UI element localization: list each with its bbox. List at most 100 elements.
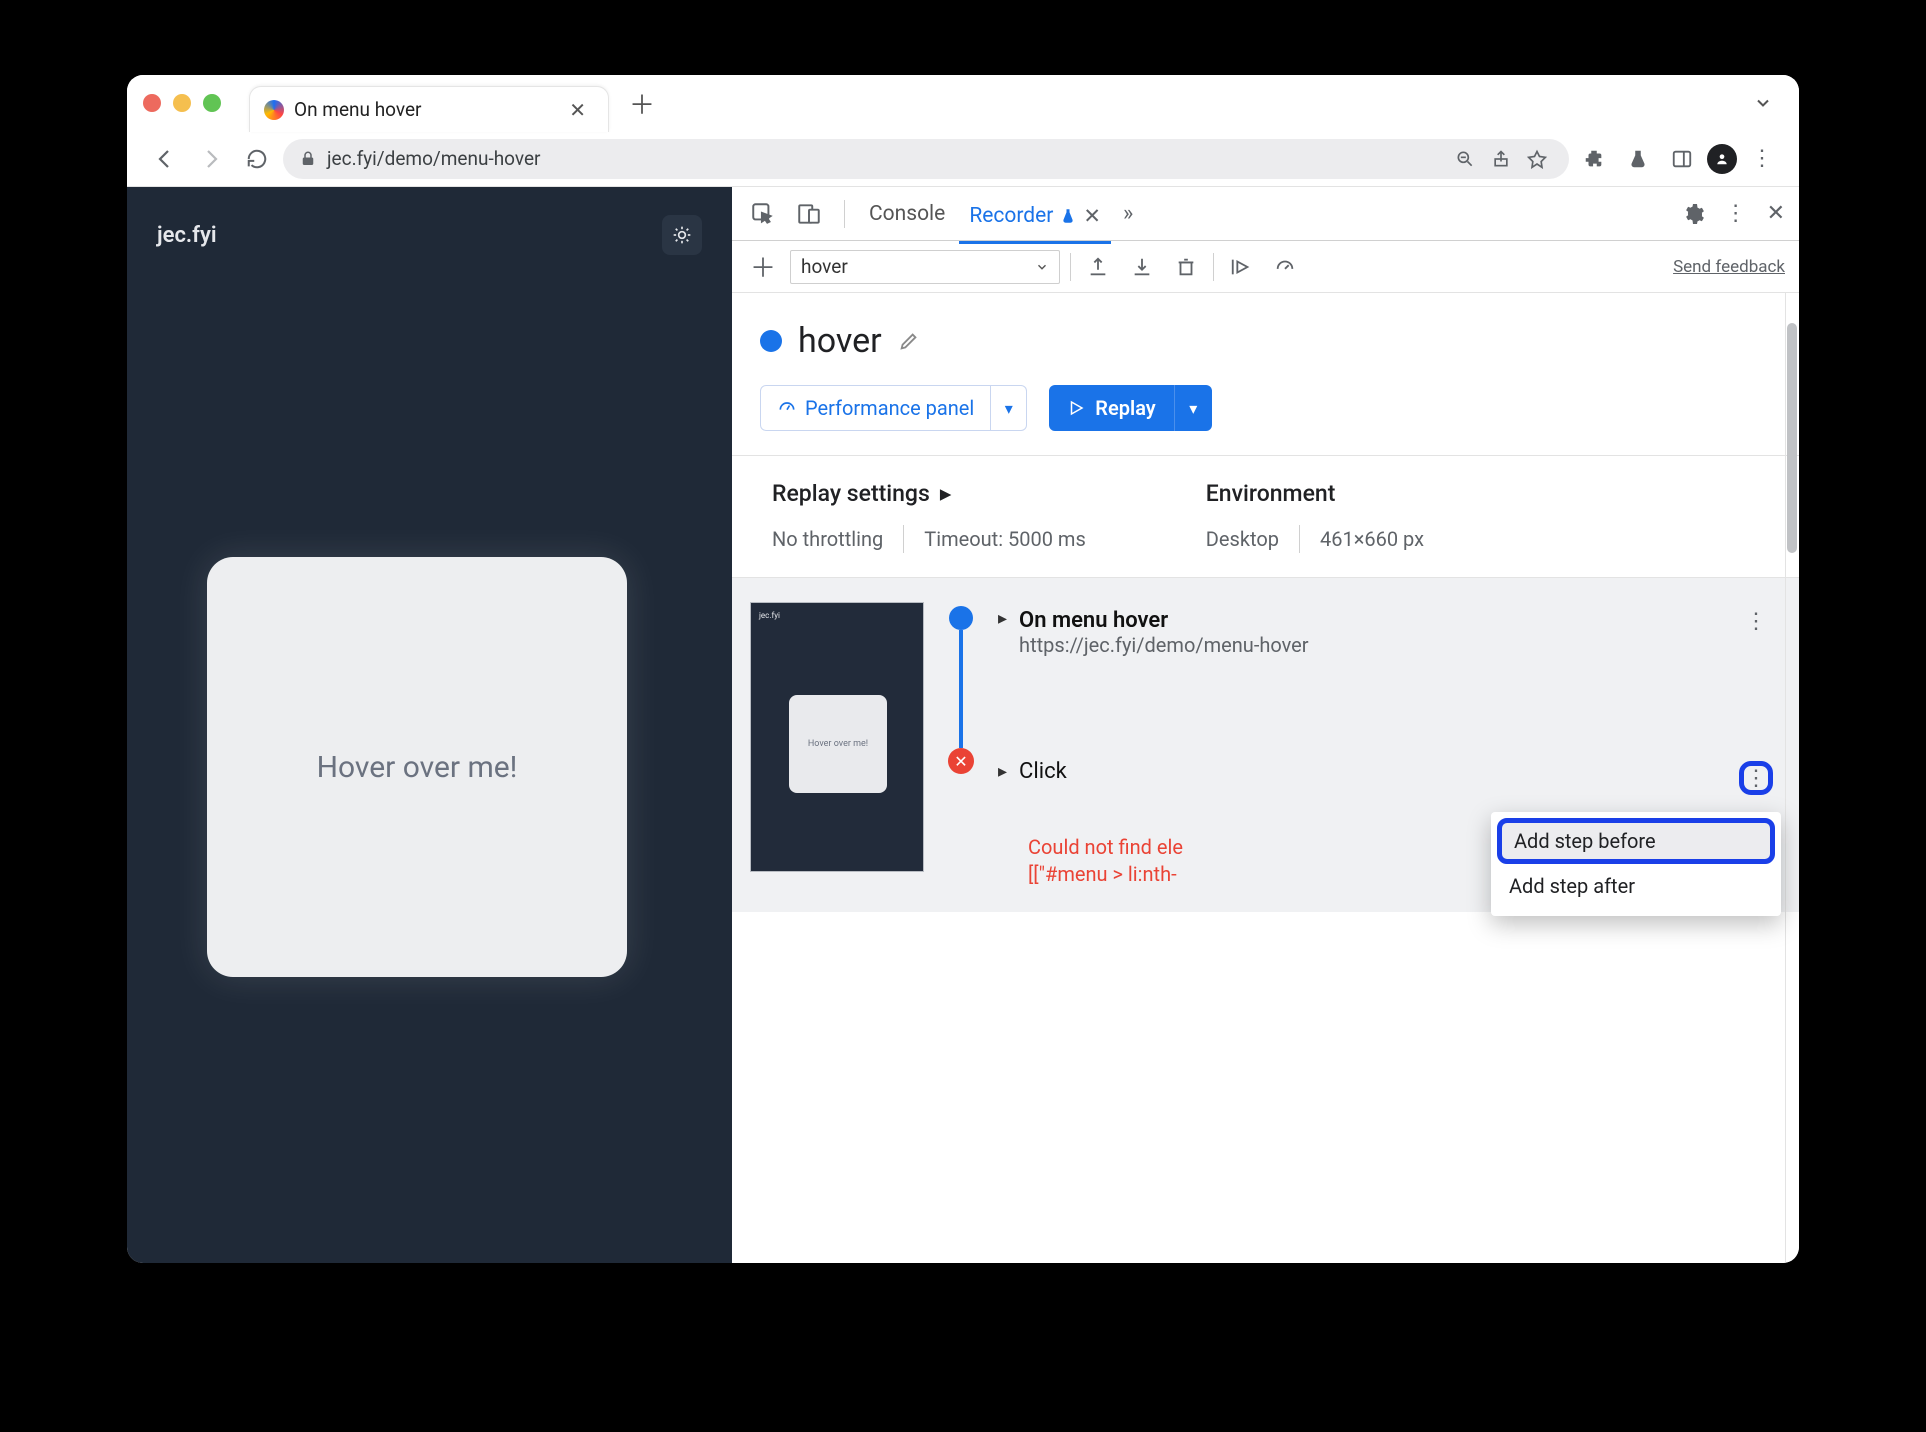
url-text: jec.fyi/demo/menu-hover [327,147,540,170]
chevron-right-icon: ▸ [940,480,952,507]
recorder-actions: Performance panel ▾ Replay ▾ [732,385,1799,455]
back-button[interactable] [145,139,185,179]
step-over-icon[interactable] [1224,250,1258,284]
env-size: 461×660 px [1320,527,1424,551]
environment-heading: Environment [1206,480,1424,507]
performance-panel-dropdown[interactable]: ▾ [991,385,1027,431]
chevron-down-icon [1035,260,1049,274]
tab-close-icon[interactable]: ✕ [1083,204,1101,229]
play-icon [1067,399,1085,417]
profile-avatar[interactable] [1707,144,1737,174]
thumb-brand: jec.fyi [759,611,780,620]
tab-recorder[interactable]: Recorder ✕ [959,198,1111,244]
content-split: jec.fyi Hover over me! Console [127,187,1799,1263]
step1-title: On menu hover [1019,608,1309,633]
recording-selector[interactable]: hover [790,250,1060,284]
new-recording-button[interactable]: ＋ [746,250,780,284]
tab-close-button[interactable]: ✕ [561,94,594,126]
settings-icon[interactable] [1677,198,1709,230]
timeline-dot [949,606,973,630]
theme-toggle-button[interactable] [662,215,702,255]
reload-button[interactable] [237,139,277,179]
address-toolbar: jec.fyi/demo/menu-hover ⋮ [127,131,1799,187]
step2-more-button[interactable]: ⋮ [1739,761,1773,795]
disclosure-icon[interactable]: ▸ [998,761,1007,782]
disclosure-icon[interactable]: ▸ [998,608,1007,629]
timeline-fail-icon: ✕ [948,748,974,774]
slow-replay-icon[interactable] [1268,250,1302,284]
tab-title: On menu hover [294,98,551,121]
step1-more-button[interactable]: ⋮ [1739,604,1773,638]
device-toggle-icon[interactable] [788,197,830,231]
import-icon[interactable] [1125,250,1159,284]
step2-title: Click [1019,759,1067,784]
export-icon[interactable] [1081,250,1115,284]
bookmark-icon[interactable] [1521,145,1553,173]
hero-text: Hover over me! [317,750,518,785]
timeout-value[interactable]: Timeout: 5000 ms [924,527,1086,551]
menu-add-step-before[interactable]: Add step before [1497,818,1775,864]
maximize-window-button[interactable] [203,94,221,112]
recorder-toolbar: ＋ hover Send feedback [732,241,1799,293]
devtools-menu-icon[interactable]: ⋮ [1721,197,1751,230]
sidepanel-icon[interactable] [1663,144,1701,174]
close-window-button[interactable] [143,94,161,112]
hover-target-card[interactable]: Hover over me! [207,557,627,977]
page-brand[interactable]: jec.fyi [157,223,217,248]
address-bar[interactable]: jec.fyi/demo/menu-hover [283,139,1569,179]
edit-title-button[interactable] [898,330,920,352]
steps-panel: jec.fyi Hover over me! ✕ ▸ On menu hover [732,577,1799,912]
timeline-line [959,630,963,748]
recording-title: hover [798,321,882,361]
step1-url: https://jec.fyi/demo/menu-hover [1019,633,1309,657]
labs-icon[interactable] [1619,144,1657,174]
replay-dropdown[interactable]: ▾ [1174,385,1212,431]
new-tab-button[interactable]: ＋ [617,79,667,128]
browser-tab[interactable]: On menu hover ✕ [249,86,609,132]
replay-settings-heading[interactable]: Replay settings ▸ [772,480,1086,507]
scrollbar-thumb[interactable] [1787,323,1797,553]
replay-button[interactable]: Replay [1049,385,1173,431]
replay-label: Replay [1095,396,1155,420]
performance-panel-button[interactable]: Performance panel [760,385,991,431]
thumb-card: Hover over me! [789,695,887,793]
step-thumbnail[interactable]: jec.fyi Hover over me! [750,602,924,872]
zoom-icon[interactable] [1449,145,1481,173]
step-row-2[interactable]: ▸ Click ⋮ [998,759,1781,784]
tabs-overflow-button[interactable] [1743,87,1783,119]
favicon-icon [264,100,284,120]
throttling-value[interactable]: No throttling [772,527,883,551]
scrollbar[interactable] [1785,293,1799,1263]
page-viewport: jec.fyi Hover over me! [127,187,732,1263]
devtools-panel: Console Recorder ✕ » ⋮ ✕ ＋ hover [732,187,1799,1263]
window-controls [143,94,221,112]
browser-window: On menu hover ✕ ＋ jec.fyi/demo/menu-hove… [127,75,1799,1263]
send-feedback-link[interactable]: Send feedback [1673,257,1785,277]
extensions-icon[interactable] [1575,144,1613,174]
tab-console[interactable]: Console [859,196,955,232]
inspect-icon[interactable] [742,197,784,231]
replay-settings: Replay settings ▸ No throttling Timeout:… [732,455,1799,577]
gauge-icon [777,398,797,418]
forward-button[interactable] [191,139,231,179]
timeline: ✕ [942,602,980,888]
toolbar-actions: ⋮ [1575,142,1781,175]
devtools-close-icon[interactable]: ✕ [1763,197,1789,230]
recording-header: hover [732,293,1799,385]
menu-add-step-after[interactable]: Add step after [1491,864,1781,908]
share-icon[interactable] [1485,145,1517,173]
recorder-body: hover Performance panel ▾ [732,293,1799,1263]
step-context-menu: Add step before Add step after [1491,812,1781,916]
devtools-tab-bar: Console Recorder ✕ » ⋮ ✕ [732,187,1799,241]
recording-status-dot [760,330,782,352]
steps-list: ▸ On menu hover https://jec.fyi/demo/men… [998,602,1781,888]
browser-menu-button[interactable]: ⋮ [1743,142,1781,175]
recording-selector-value: hover [801,255,848,278]
delete-icon[interactable] [1169,250,1203,284]
flask-icon [1059,207,1077,225]
more-tabs-icon[interactable]: » [1115,197,1141,230]
minimize-window-button[interactable] [173,94,191,112]
step-row-1[interactable]: ▸ On menu hover https://jec.fyi/demo/men… [998,602,1781,663]
tab-strip: On menu hover ✕ ＋ [127,75,1799,131]
address-bar-actions [1449,145,1553,173]
